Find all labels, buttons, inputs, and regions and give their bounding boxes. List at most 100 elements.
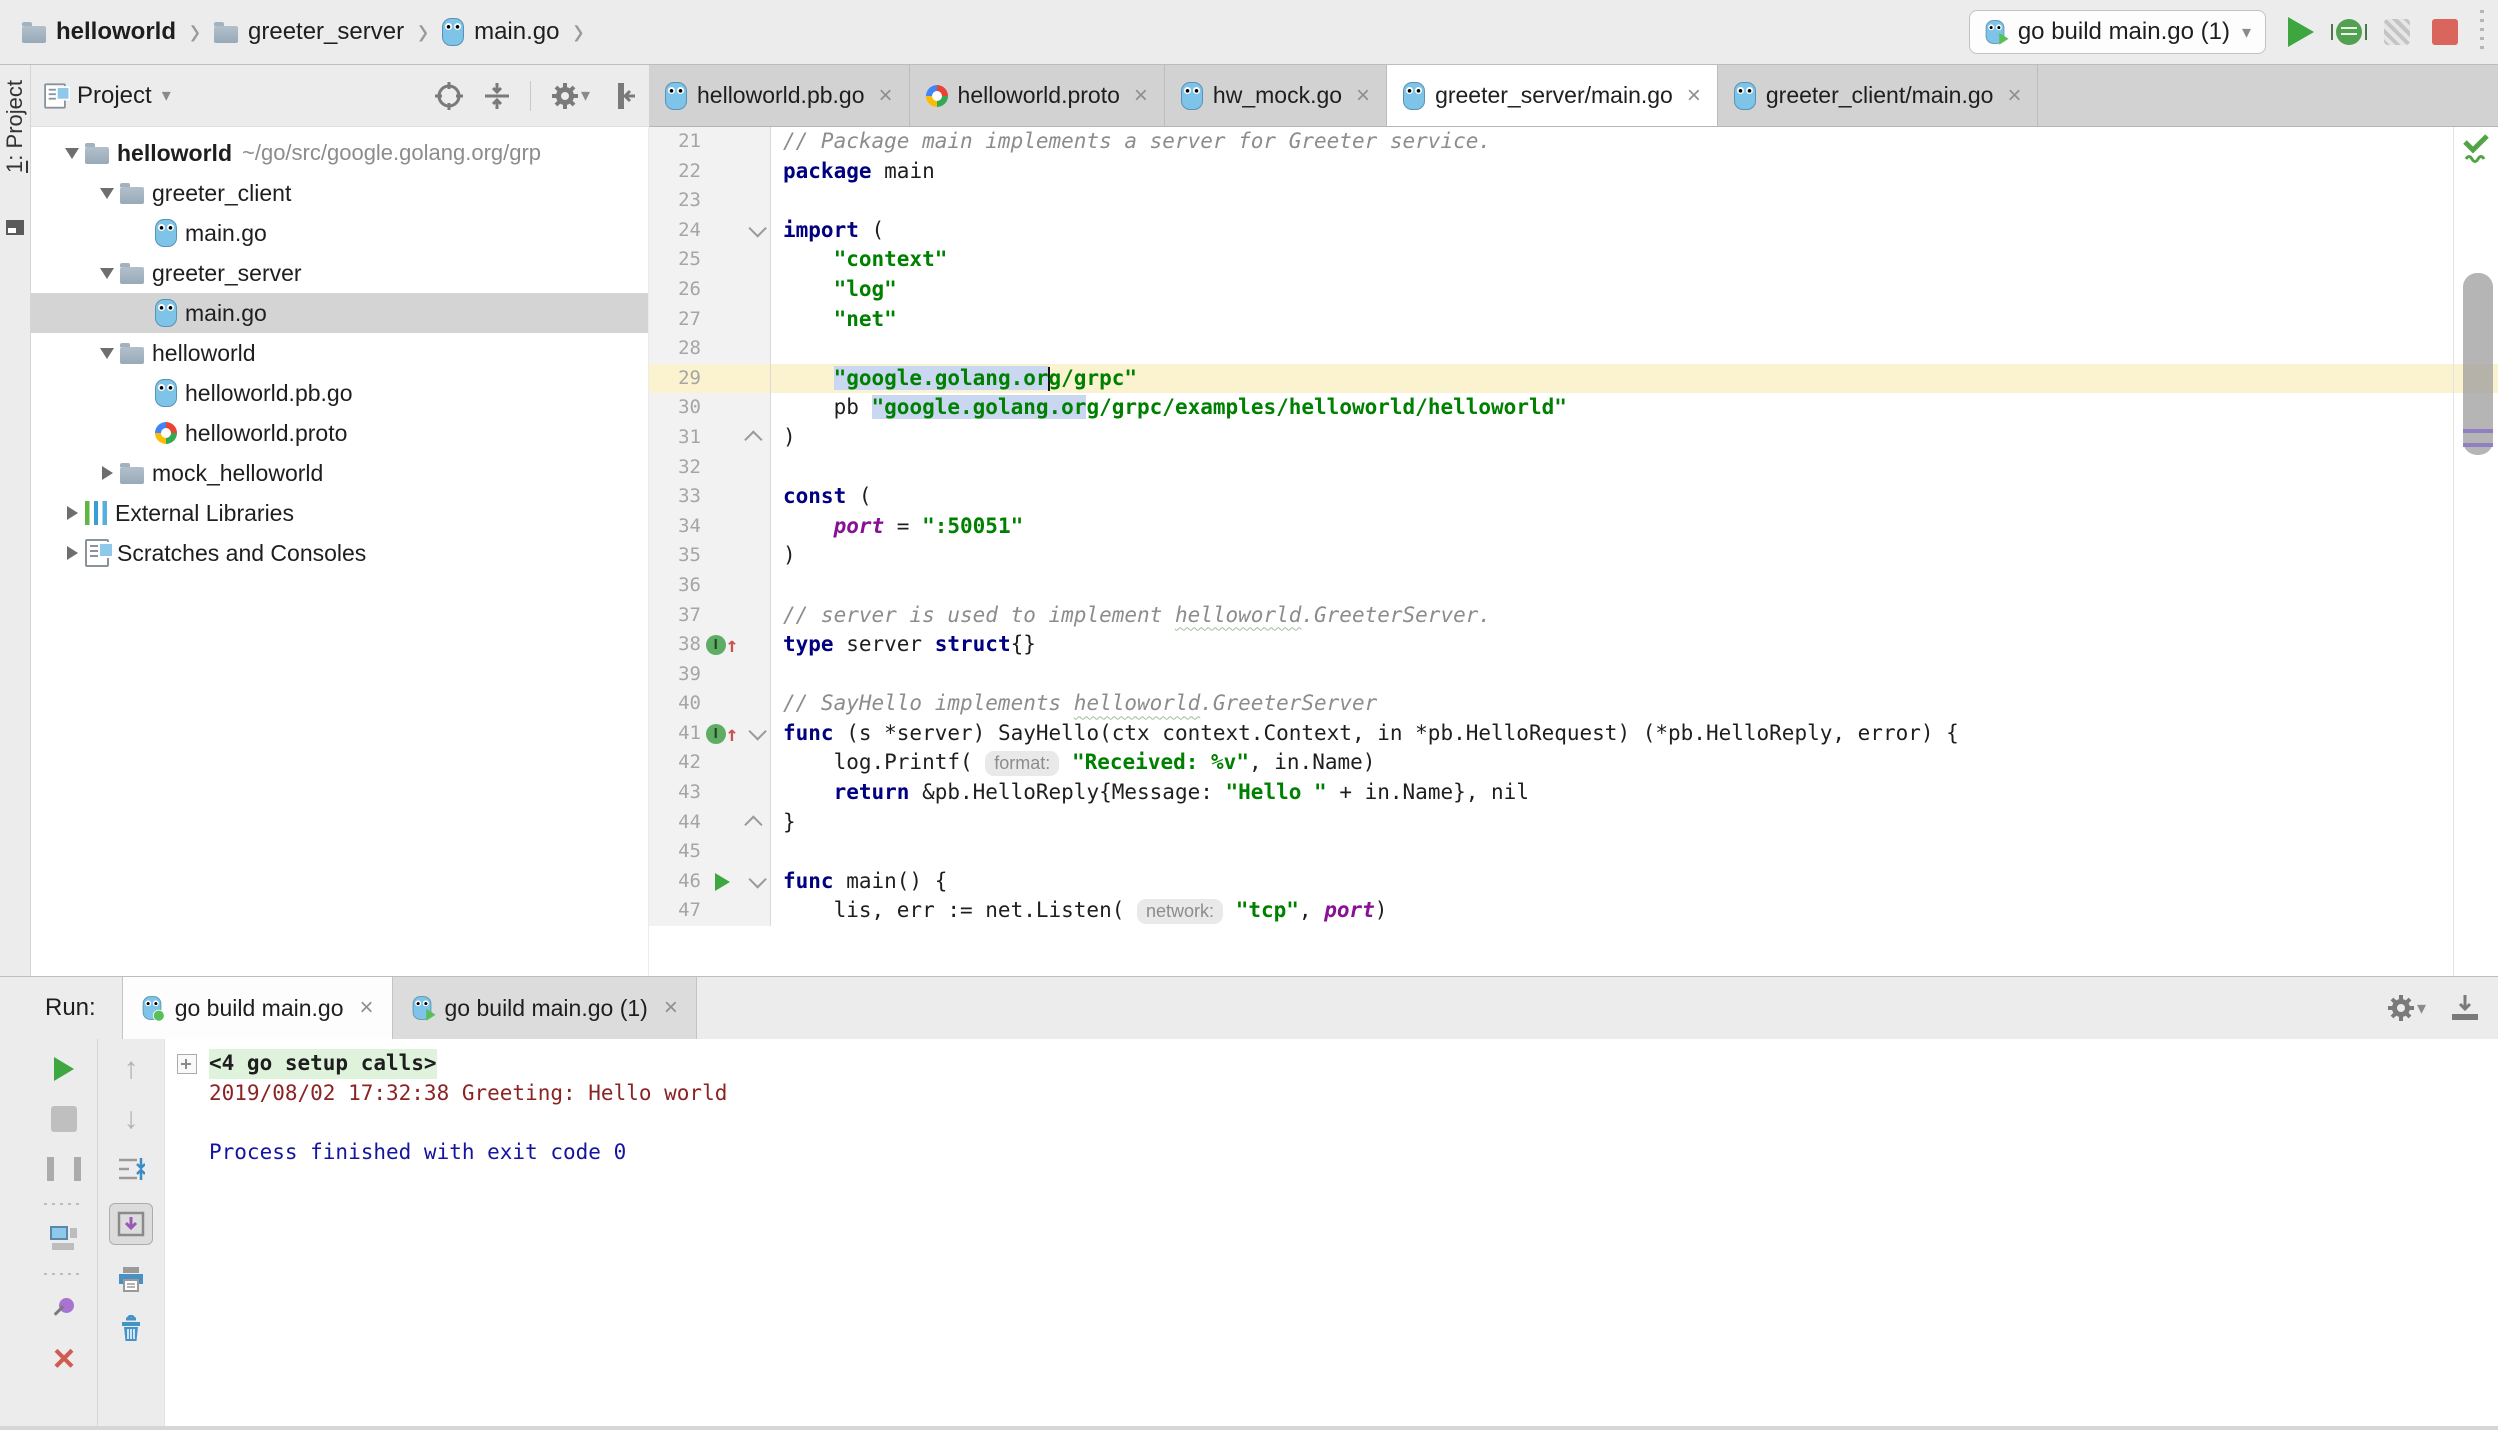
close-icon[interactable]: ×	[2007, 82, 2021, 110]
code-segment: type	[783, 632, 834, 656]
stop-button[interactable]	[2432, 19, 2458, 45]
close-icon[interactable]: ×	[879, 82, 893, 110]
gutter-icon-slot	[701, 601, 743, 631]
collapse-all-icon[interactable]	[482, 81, 512, 111]
tree-row[interactable]: greeter_server	[31, 253, 648, 293]
run-button[interactable]	[2288, 17, 2314, 47]
tree-toggle-icon[interactable]	[94, 188, 120, 199]
fold-marker-icon[interactable]	[743, 808, 767, 838]
debug-button[interactable]	[2336, 19, 2362, 45]
plus-box-icon	[177, 1054, 197, 1074]
restore-layout-button[interactable]	[46, 1223, 82, 1255]
code-line: 46func main() {	[649, 867, 2498, 897]
print-button[interactable]	[113, 1263, 149, 1295]
gutter-icon-slot	[701, 393, 743, 423]
stop-button-disabled[interactable]	[46, 1103, 82, 1135]
close-icon[interactable]: ×	[1134, 82, 1148, 110]
close-icon[interactable]: ×	[360, 994, 374, 1022]
run-tab[interactable]: go build main.go×	[122, 977, 393, 1039]
code-editor[interactable]: 21// Package main implements a server fo…	[649, 127, 2498, 976]
fold-marker-icon[interactable]	[743, 423, 767, 453]
tree-toggle-icon[interactable]	[59, 148, 85, 159]
run-main-gutter-icon[interactable]	[701, 867, 743, 897]
project-tool-window-icon[interactable]	[6, 220, 24, 235]
close-icon[interactable]: ×	[664, 994, 678, 1022]
rerun-button[interactable]	[46, 1053, 82, 1085]
fold-down-icon	[748, 219, 766, 237]
gutter-icon-slot	[701, 808, 743, 838]
code-line: 37// server is used to implement hellowo…	[649, 601, 2498, 631]
locate-icon[interactable]	[434, 81, 464, 111]
inspections-ok-icon[interactable]	[2461, 133, 2491, 165]
clear-all-button[interactable]	[113, 1313, 149, 1345]
tree-toggle-icon[interactable]	[94, 466, 120, 480]
run-tab[interactable]: go build main.go (1)×	[393, 977, 697, 1039]
coverage-button[interactable]	[2384, 19, 2410, 45]
code-segment: helloworld	[1074, 691, 1200, 715]
tree-row[interactable]: External Libraries	[31, 493, 648, 533]
code-segment: "tcp"	[1236, 898, 1299, 922]
hide-panel-icon[interactable]	[608, 81, 636, 111]
breadcrumb-item[interactable]: main.go	[442, 18, 559, 46]
tree-toggle-icon[interactable]	[94, 348, 120, 359]
hide-tool-window-icon[interactable]	[2450, 994, 2480, 1022]
expand-fold-icon[interactable]	[165, 1049, 209, 1079]
sidebar-item-project[interactable]: 1: Project	[0, 80, 30, 173]
fold-marker-icon[interactable]	[743, 867, 767, 897]
collapsed-arrow-icon	[102, 466, 113, 480]
tree-toggle-icon[interactable]	[94, 268, 120, 279]
breadcrumb-item[interactable]: helloworld	[22, 18, 176, 46]
project-settings-button[interactable]: ▾	[549, 80, 590, 112]
close-icon[interactable]: ×	[1687, 82, 1701, 110]
close-icon[interactable]: ×	[1356, 82, 1370, 110]
editor-tab[interactable]: greeter_server/main.go×	[1387, 65, 1718, 126]
tree-row[interactable]: main.go	[31, 293, 648, 333]
tree-row[interactable]: greeter_client	[31, 173, 648, 213]
code-text: const (	[771, 482, 872, 512]
editor-tab[interactable]: helloworld.proto×	[910, 65, 1165, 126]
soft-wrap-button[interactable]	[113, 1153, 149, 1185]
editor-tab[interactable]: greeter_client/main.go ×	[1718, 65, 2039, 126]
tree-row[interactable]: mock_helloworld	[31, 453, 648, 493]
tree-row[interactable]: helloworld.proto	[31, 413, 648, 453]
implemented-marker-icon[interactable]: I↑	[701, 630, 743, 660]
run-configuration-select[interactable]: go build main.go (1) ▾	[1969, 10, 2266, 54]
gutter-icon-slot	[701, 364, 743, 394]
editor-tab[interactable]: hw_mock.go×	[1165, 65, 1387, 126]
breadcrumb-item[interactable]: greeter_server	[214, 18, 404, 46]
tree-toggle-icon[interactable]	[59, 506, 85, 520]
code-text: pb "google.golang.org/grpc/examples/hell…	[771, 393, 1567, 423]
scrollbar-thumb[interactable]	[2463, 273, 2493, 455]
close-tab-button[interactable]: ×	[46, 1343, 82, 1375]
fold-slot	[743, 778, 767, 808]
up-stack-trace-button[interactable]: ↑	[113, 1053, 149, 1085]
code-segment: )	[783, 543, 796, 567]
fold-up-icon	[744, 815, 762, 833]
run-settings-button[interactable]: ▾	[2385, 992, 2426, 1024]
editor-tab-label: greeter_client/main.go	[1766, 82, 1994, 109]
fold-marker-icon[interactable]	[743, 216, 767, 246]
run-toolbar: go build main.go (1) ▾	[1969, 0, 2484, 64]
down-stack-trace-button[interactable]: ↓	[113, 1103, 149, 1135]
console-text: Process finished with exit code 0	[209, 1138, 626, 1168]
console-output[interactable]: <4 go setup calls>2019/08/02 17:32:38 Gr…	[165, 1039, 2498, 1426]
tree-row[interactable]: helloworld~/go/src/google.golang.org/grp	[31, 133, 648, 173]
pin-tab-button[interactable]	[46, 1293, 82, 1325]
code-text: // Package main implements a server for …	[771, 127, 1491, 157]
project-view-selector[interactable]: Project ▾	[43, 82, 171, 110]
editor-tab[interactable]: helloworld.pb.go×	[649, 65, 910, 126]
tree-row[interactable]: helloworld	[31, 333, 648, 373]
line-number: 26	[649, 275, 701, 305]
tree-row[interactable]: Scratches and Consoles	[31, 533, 648, 573]
pause-output-button[interactable]	[46, 1153, 82, 1185]
toolbar-drag-handle[interactable]	[2480, 10, 2484, 54]
tree-row[interactable]: helloworld.pb.go	[31, 373, 648, 413]
scroll-to-end-button[interactable]	[109, 1203, 153, 1245]
fold-marker-icon[interactable]	[743, 719, 767, 749]
implemented-marker-icon[interactable]: I↑	[701, 719, 743, 749]
tree-row[interactable]: main.go	[31, 213, 648, 253]
tree-toggle-icon[interactable]	[59, 546, 85, 560]
code-line: 44}	[649, 808, 2498, 838]
fold-up-icon	[744, 431, 762, 449]
editor-gutter: 42	[649, 748, 771, 778]
